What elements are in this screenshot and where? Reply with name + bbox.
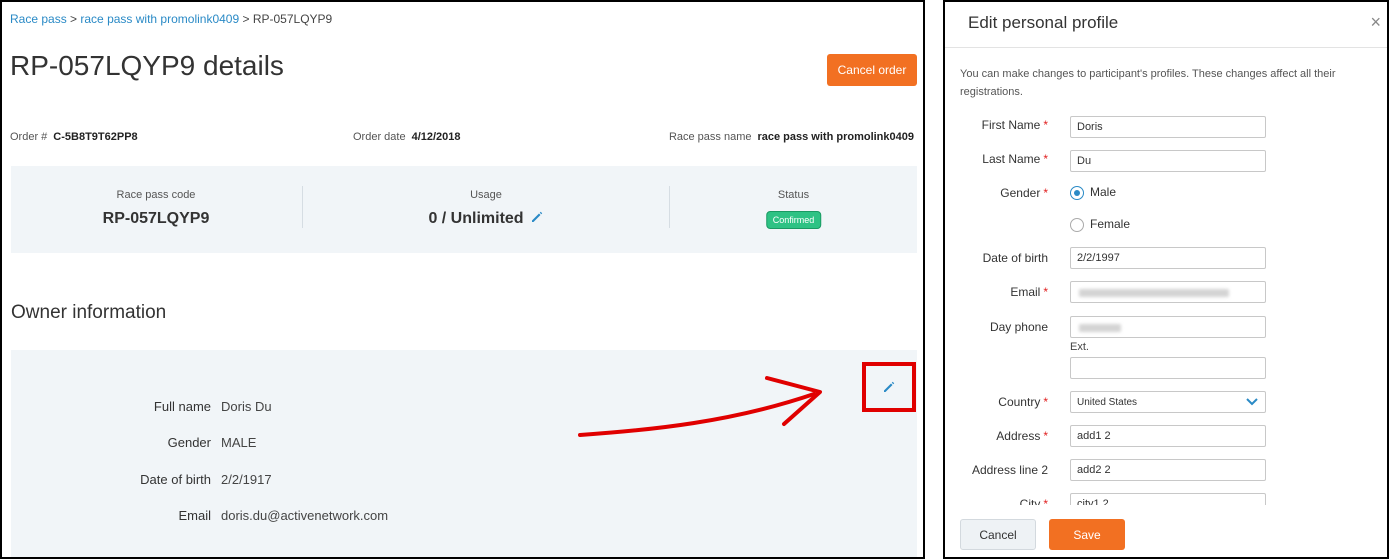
usage-value: 0 / Unlimited (428, 210, 524, 227)
first-name-label: First Name * (945, 118, 1048, 132)
required-mark: * (1043, 429, 1048, 443)
required-mark: * (1043, 152, 1048, 166)
modal-title: Edit personal profile (968, 13, 1119, 32)
race-pass-summary: Race pass code RP-057LQYP9 Usage 0 / Unl… (11, 166, 917, 253)
owner-information-card: Full name Doris Du Gender MALE Date of b… (11, 350, 917, 557)
order-date: Order date 4/12/2018 (353, 131, 461, 143)
usage-value-row: 0 / Unlimited (303, 210, 669, 228)
country-select[interactable]: United States (1070, 391, 1266, 413)
breadcrumb-race-pass-name[interactable]: race pass with promolink0409 (80, 12, 239, 26)
modal-description: You can make changes to participant's pr… (960, 68, 1336, 98)
email-input[interactable] (1070, 281, 1266, 303)
edit-pencil-icon (884, 381, 895, 392)
ext-label: Ext. (1070, 341, 1089, 353)
profile-form: First Name* Last Name* Gender* Male Fema… (945, 102, 1387, 505)
cancel-order-button[interactable]: Cancel order (827, 54, 917, 86)
country-label-text: Country (998, 395, 1041, 409)
first-name-input[interactable] (1070, 116, 1266, 138)
race-pass-name-value: race pass with promolink0409 (757, 131, 914, 143)
country-select-value: United States (1077, 397, 1138, 408)
close-icon[interactable]: × (1370, 12, 1381, 33)
status: Status Confirmed (670, 166, 917, 253)
redacted-email (1079, 289, 1229, 297)
edit-profile-modal: Edit personal profile × You can make cha… (943, 0, 1389, 559)
order-date-value: 4/12/2018 (411, 131, 461, 143)
owner-gender-label: Gender (167, 435, 211, 450)
modal-footer: Cancel Save (945, 505, 1387, 557)
save-button[interactable]: Save (1049, 519, 1125, 550)
last-name-label-text: Last Name (982, 152, 1041, 166)
race-pass-details-panel: Race pass > race pass with promolink0409… (0, 0, 925, 559)
first-name-label-text: First Name (981, 118, 1041, 132)
city-input[interactable] (1070, 493, 1266, 505)
required-mark: * (1043, 186, 1048, 200)
address-input[interactable] (1070, 425, 1266, 447)
gender-male-label[interactable]: Male (1090, 185, 1116, 199)
owner-email-value: doris.du@activenetwork.com (221, 508, 389, 523)
owner-information-heading: Owner information (11, 302, 167, 323)
redacted-phone (1079, 324, 1121, 332)
breadcrumb: Race pass > race pass with promolink0409… (10, 12, 332, 26)
last-name-label: Last Name * (945, 152, 1048, 166)
order-number-value: C-5B8T9T62PP8 (53, 131, 138, 143)
breadcrumb-separator: > (239, 12, 253, 26)
cancel-button[interactable]: Cancel (960, 519, 1036, 550)
required-mark: * (1043, 395, 1048, 409)
race-pass-code-value: RP-057LQYP9 (102, 210, 210, 227)
breadcrumb-race-pass[interactable]: Race pass (10, 12, 67, 26)
dob-label: Date of birth (982, 251, 1048, 265)
address-label-text: Address (996, 429, 1041, 443)
ext-input[interactable] (1070, 357, 1266, 379)
edit-owner-button[interactable] (862, 362, 916, 412)
gender-female-radio[interactable] (1070, 218, 1084, 232)
gender-label-text: Gender (1000, 186, 1041, 200)
order-number-label: Order # (10, 131, 48, 143)
order-number: Order # C-5B8T9T62PP8 (10, 131, 138, 143)
usage: Usage 0 / Unlimited (303, 166, 669, 253)
city-label: City * (945, 497, 1048, 505)
status-label: Status (777, 189, 810, 201)
race-pass-code-label: Race pass code (116, 189, 196, 201)
breadcrumb-current: RP-057LQYP9 (252, 12, 333, 26)
required-mark: * (1043, 497, 1048, 505)
owner-gender-value: MALE (221, 435, 257, 450)
page-title: RP-057LQYP9 details (10, 50, 284, 81)
modal-header: Edit personal profile × (945, 2, 1387, 48)
email-label: Email * (945, 285, 1048, 299)
owner-full-name-value: Doris Du (221, 399, 272, 414)
usage-label: Usage (470, 189, 502, 201)
race-pass-name-label: Race pass name (668, 131, 752, 143)
race-pass-code: Race pass code RP-057LQYP9 (11, 166, 301, 253)
owner-email-label: Email (178, 508, 211, 523)
day-phone-input[interactable] (1070, 316, 1266, 338)
status-badge: Confirmed (765, 211, 822, 229)
last-name-input[interactable] (1070, 150, 1266, 172)
order-date-label: Order date (353, 131, 406, 143)
edit-usage-pencil-icon[interactable] (530, 210, 544, 224)
required-mark: * (1043, 285, 1048, 299)
breadcrumb-separator: > (66, 12, 81, 26)
chevron-down-icon (1246, 398, 1258, 406)
gender-label: Gender * (945, 186, 1048, 200)
owner-dob-value: 2/2/1917 (221, 472, 272, 487)
address-label: Address * (945, 429, 1048, 443)
address-line-2-input[interactable] (1070, 459, 1266, 481)
dob-input[interactable] (1070, 247, 1266, 269)
email-label-text: Email (1010, 285, 1041, 299)
city-label-text: City (1019, 497, 1041, 505)
gender-female-label[interactable]: Female (1090, 217, 1130, 231)
gender-male-radio[interactable] (1070, 186, 1084, 200)
owner-dob-label: Date of birth (140, 472, 211, 487)
owner-full-name-label: Full name (153, 399, 211, 414)
race-pass-name: Race pass name race pass with promolink04… (669, 131, 914, 143)
country-label: Country * (945, 395, 1048, 409)
required-mark: * (1043, 118, 1048, 132)
day-phone-label: Day phone (989, 320, 1048, 334)
address-line-2-label: Address line 2 (971, 463, 1048, 477)
